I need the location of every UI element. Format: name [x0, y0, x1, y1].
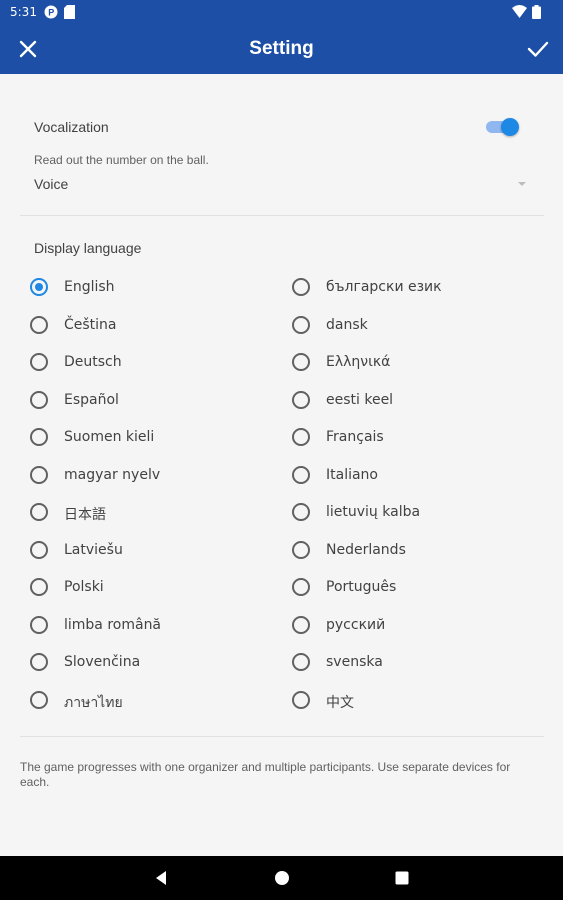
back-icon[interactable]	[151, 868, 171, 888]
language-option-label: lietuvių kalba	[326, 504, 421, 520]
radio-button-icon[interactable]	[30, 615, 48, 634]
home-icon[interactable]	[272, 868, 292, 888]
navigation-bar	[0, 856, 563, 900]
language-option-label: Deutsch	[64, 354, 122, 370]
divider	[20, 215, 544, 216]
language-option-label: 日本語	[64, 507, 106, 523]
radio-button-icon[interactable]	[30, 578, 48, 596]
radio-button-icon[interactable]	[30, 278, 48, 296]
radio-button-icon[interactable]	[292, 653, 310, 671]
language-option-label: Português	[326, 579, 397, 595]
radio-button-icon[interactable]	[292, 353, 310, 371]
radio-button-icon[interactable]	[292, 390, 310, 409]
radio-button-icon[interactable]	[30, 390, 48, 409]
radio-button-icon[interactable]	[292, 690, 310, 709]
radio-button-icon[interactable]	[30, 428, 48, 446]
language-option-label: Français	[326, 429, 384, 445]
wifi-icon	[512, 5, 527, 18]
language-option-label: eesti keel	[326, 391, 394, 408]
toggle-thumb	[501, 118, 519, 136]
display-language-title: Display language	[34, 240, 142, 256]
radio-button-icon[interactable]	[30, 315, 48, 334]
divider	[20, 736, 544, 737]
radio-button-icon[interactable]	[292, 278, 310, 296]
app-bar: Setting	[0, 24, 563, 74]
radio-button-icon[interactable]	[292, 578, 310, 596]
language-option-label: Čeština	[64, 316, 117, 333]
language-option-label: English	[64, 279, 115, 295]
footer-note: The game progresses with one organizer a…	[20, 760, 511, 789]
language-option-label: 中文	[326, 694, 354, 711]
radio-button-icon[interactable]	[30, 353, 48, 371]
language-option-label: Suomen kieli	[64, 429, 155, 445]
language-option-label: limba română	[64, 616, 162, 633]
language-option-label: svenska	[326, 654, 383, 670]
vocalization-label: Vocalization	[34, 119, 109, 135]
status-time: 5:31	[10, 5, 37, 19]
settings-content: Vocalization Read out the number on the …	[0, 74, 563, 856]
radio-button-icon[interactable]	[292, 428, 310, 446]
circle-p-icon: P	[44, 5, 58, 19]
radio-button-icon[interactable]	[292, 540, 310, 559]
language-option-label: magyar nyelv	[64, 466, 161, 483]
language-option-label: Español	[64, 391, 119, 408]
radio-button-icon[interactable]	[292, 315, 310, 334]
radio-button-icon[interactable]	[30, 503, 48, 521]
language-option-label: Latviešu	[64, 541, 123, 558]
language-option-label: български език	[326, 279, 442, 295]
language-option-label: dansk	[326, 316, 368, 333]
voice-dropdown[interactable]: Voice	[34, 174, 530, 196]
page-title: Setting	[249, 38, 314, 59]
language-option-label: Polski	[64, 579, 104, 595]
language-option-label: Ελληνικά	[326, 354, 391, 370]
recents-icon[interactable]	[392, 868, 412, 888]
status-bar: 5:31 P	[0, 0, 563, 24]
language-option-label: ภาษาไทย	[64, 694, 123, 711]
language-option-label: русский	[326, 616, 386, 633]
language-option-label: Slovenčina	[64, 654, 141, 670]
sd-card-icon	[64, 5, 75, 19]
voice-dropdown-value: Voice	[34, 176, 69, 192]
radio-button-icon[interactable]	[292, 503, 310, 521]
language-option-label: Italiano	[326, 466, 378, 483]
check-icon[interactable]	[525, 36, 551, 62]
radio-button-icon[interactable]	[292, 615, 310, 634]
svg-text:P: P	[48, 8, 54, 18]
radio-button-icon[interactable]	[30, 540, 48, 559]
radio-button-icon[interactable]	[30, 653, 48, 671]
battery-icon	[532, 5, 541, 19]
vocalization-description: Read out the number on the ball.	[34, 153, 209, 167]
radio-button-icon[interactable]	[30, 465, 48, 484]
language-option-label: Nederlands	[326, 541, 406, 558]
chevron-down-icon	[518, 182, 526, 186]
radio-button-icon[interactable]	[292, 465, 310, 484]
vocalization-toggle[interactable]	[486, 118, 520, 136]
radio-button-icon[interactable]	[30, 690, 48, 709]
